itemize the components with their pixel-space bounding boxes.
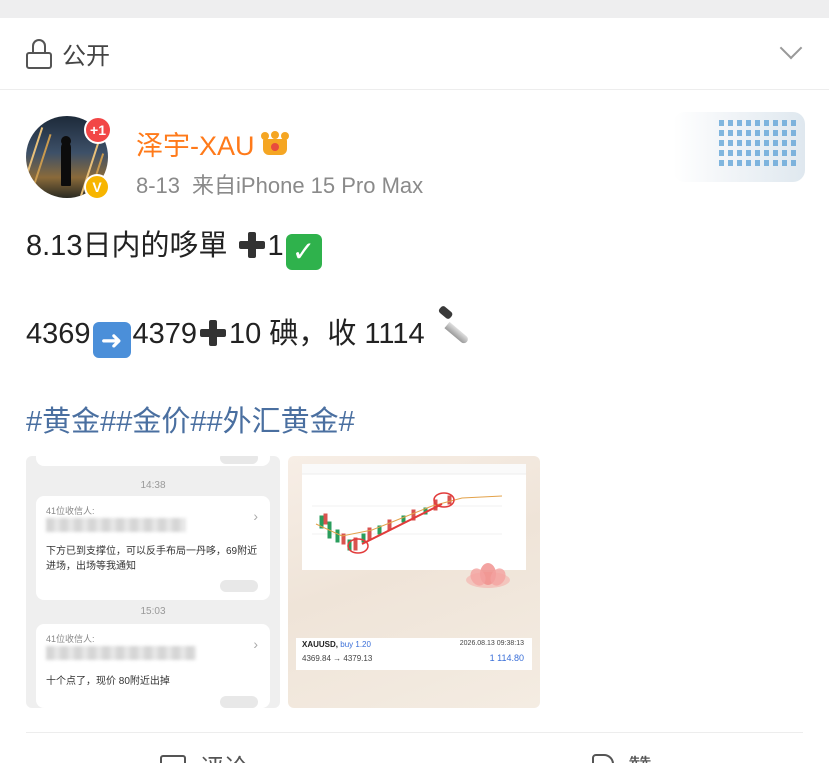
chat-time: 14:38 (140, 480, 166, 491)
post-text-part: 1 (267, 230, 284, 262)
chat-time: 15:03 (140, 606, 166, 617)
username[interactable]: 泽宇-XAU (136, 124, 289, 163)
trade-result-panel: XAUUSD, buy 1.20 2026.08.13 09:38:13 436… (296, 638, 532, 670)
trade-prices: 4369.84 → 4379.13 (302, 654, 373, 663)
comment-button[interactable]: 评论 (160, 748, 248, 763)
trade-profit: 1 114.80 (489, 653, 524, 663)
like-label: 赞 (628, 748, 652, 763)
chat-card (36, 456, 270, 466)
lock-icon (26, 38, 52, 69)
blurred-recipients (46, 518, 186, 532)
plus-icon (238, 231, 266, 259)
check-icon: ✓ (285, 234, 322, 270)
comment-icon (160, 754, 186, 763)
divider (26, 732, 803, 733)
trade-screenshot-image[interactable]: XAUUSD, buy 1.20 2026.08.13 09:38:13 436… (288, 456, 540, 708)
chevron-down-icon[interactable] (779, 36, 803, 60)
post-text-part: 4379 (132, 318, 198, 350)
post-meta: 8-13 来自iPhone 15 Pro Max (136, 168, 423, 200)
plus-icon (199, 319, 227, 347)
chevron-right-icon: › (253, 508, 258, 524)
crown-icon (260, 130, 289, 157)
post-text-part: 4369 (26, 318, 91, 350)
trade-symbol-text: XAUUSD, (302, 640, 339, 649)
post-text-part: 8.13日内的哆單 (26, 230, 228, 262)
like-button[interactable]: 赞 (592, 748, 652, 763)
like-icon (592, 753, 614, 763)
trade-side: buy 1.20 (340, 640, 371, 649)
chat-from: 41位收信人: (46, 506, 95, 516)
post-source: 来自iPhone 15 Pro Max (192, 173, 424, 198)
chat-screenshot-image[interactable]: 14:38 41位收信人: › 下方已到支撑位，可以反手布局一丹哆，69附近进场… (26, 456, 280, 708)
post-text-line-1: 8.13日内的哆單 1 ✓ (26, 222, 322, 270)
hashtags[interactable]: #黄金##金价##外汇黄金# (26, 398, 355, 440)
privacy-setting-bar[interactable]: 公开 (0, 18, 829, 90)
trade-datetime: 2026.08.13 09:38:13 (459, 640, 524, 647)
post-text-line-2: 4369 ➜ 4379 10 碘，收 1114 (26, 304, 475, 358)
follow-area-blurred[interactable] (673, 112, 805, 182)
chat-message: 下方已到支撑位，可以反手布局一丹哆，69附近进场，出场等我通知 (46, 546, 258, 572)
knife-icon (435, 304, 475, 351)
blurred-recipients (46, 646, 196, 660)
verified-badge: V (84, 174, 110, 200)
arrow-right-icon: ➜ (92, 322, 131, 358)
chevron-right-icon: › (253, 636, 258, 652)
post-date: 8-13 (136, 173, 181, 198)
username-text[interactable]: 泽宇-XAU (136, 124, 255, 163)
chat-message: 十个点了，现价 80附近出掉 (46, 676, 170, 687)
comment-label: 评论 (200, 748, 248, 763)
chat-card: 41位收信人: › 下方已到支撑位，可以反手布局一丹哆，69附近进场，出场等我通… (36, 496, 270, 600)
chat-from: 41位收信人: (46, 634, 95, 644)
post-text-part: 10 碘，收 1114 (229, 318, 425, 350)
lotus-decoration (466, 563, 510, 588)
trade-symbol: XAUUSD, buy 1.20 (302, 640, 371, 649)
notification-badge: +1 (84, 116, 112, 144)
top-strip (0, 0, 829, 18)
chat-card: 41位收信人: › 十个点了，现价 80附近出掉 (36, 624, 270, 708)
privacy-label: 公开 (62, 43, 110, 70)
candlestick-chart (302, 464, 526, 570)
